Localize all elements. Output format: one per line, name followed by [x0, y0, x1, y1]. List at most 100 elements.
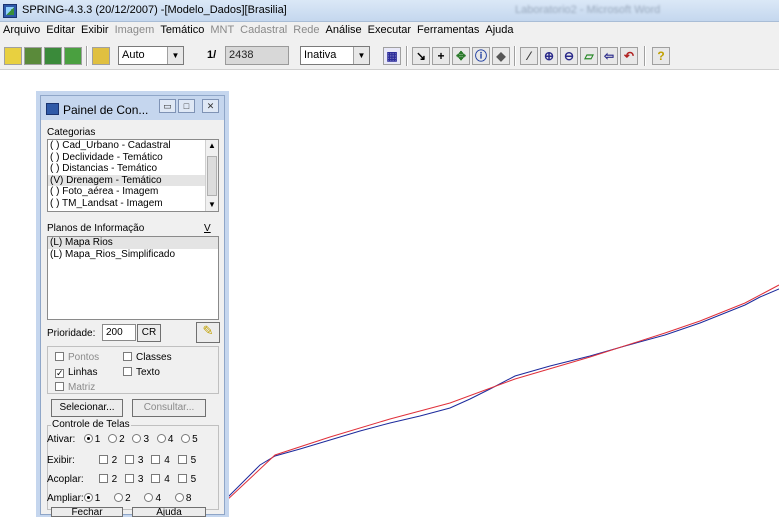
menu-exibir[interactable]: Exibir [78, 22, 112, 36]
prioridade-label: Prioridade: [47, 328, 96, 339]
spring-app-icon [3, 4, 17, 18]
pencil-icon: ✎ [202, 323, 214, 338]
categories-scrollbar[interactable]: ▲ ▼ [205, 140, 218, 211]
toolbar: Auto ▼ 1/ 2438 Inativa ▼ ▦ ↘ + ✥ ⓘ ◆ ⁄ ⊕… [0, 40, 779, 70]
menu-editar[interactable]: Editar [43, 22, 78, 36]
toolbar-separator [514, 46, 516, 66]
scroll-up-icon[interactable]: ▲ [206, 140, 218, 152]
window-title-extra: Laboratorio2 - Microsoft Word [515, 4, 661, 16]
prioridade-input[interactable]: 200 [102, 324, 136, 341]
undo-icon[interactable]: ↶ [620, 47, 638, 65]
edit-visual-button[interactable]: ✎ [196, 322, 220, 343]
menu-rede[interactable]: Rede [290, 22, 322, 36]
close-icon[interactable]: ✕ [202, 99, 219, 113]
exibir-checkbox-3[interactable]: 3 [124, 455, 143, 466]
project-icon[interactable] [24, 47, 42, 65]
maximize-icon[interactable]: □ [178, 99, 195, 113]
category-item[interactable]: ( ) Foto_aérea - Imagem [48, 186, 218, 198]
ampliar-radio-1[interactable]: 1 [83, 493, 100, 504]
minimize-icon[interactable]: ▭ [159, 99, 176, 113]
menu-bar: Arquivo Editar Exibir Imagem Temático MNT Cada… [0, 22, 779, 40]
panel-app-icon [46, 103, 59, 115]
grid-icon[interactable]: ▦ [383, 47, 401, 65]
acoplar-row: Acoplar: 2 3 4 5 [47, 474, 201, 485]
category-item[interactable]: ( ) Cad_Urbano - Cadastral [48, 140, 218, 152]
ativar-label: Ativar: [47, 434, 76, 445]
acoplar-checkbox-5[interactable]: 5 [177, 474, 196, 485]
chevron-down-icon: ▼ [353, 47, 369, 64]
menu-executar[interactable]: Executar [365, 22, 414, 36]
ampliar-radio-4[interactable]: 4 [144, 493, 161, 504]
ativar-radio-1[interactable]: 1 [83, 434, 100, 445]
select-icon[interactable]: ↘ [412, 47, 430, 65]
draw-icon[interactable] [64, 47, 82, 65]
scroll-thumb[interactable] [207, 156, 217, 196]
acoplar-checkbox-2[interactable]: 2 [98, 474, 117, 485]
scroll-down-icon[interactable]: ▼ [206, 199, 218, 211]
category-item[interactable]: ( ) Declividade - Temático [48, 152, 218, 164]
info-icon[interactable]: ⓘ [472, 47, 490, 65]
zoom-area-icon[interactable]: ⁄ [520, 47, 538, 65]
menu-cadastral[interactable]: Cadastral [237, 22, 290, 36]
texto-checkbox[interactable]: Texto [123, 367, 160, 378]
matriz-checkbox[interactable]: Matriz [55, 382, 95, 393]
linhas-checkbox[interactable]: ✓ Linhas [55, 367, 97, 378]
cr-button[interactable]: CR [137, 324, 161, 342]
exibir-checkbox-5[interactable]: 5 [177, 455, 196, 466]
category-item[interactable]: ( ) TM_Landsat - Imagem [48, 198, 218, 210]
category-item[interactable]: ( ) Distancias - Temático [48, 163, 218, 175]
zoom-fit-icon[interactable]: ▱ [580, 47, 598, 65]
fechar-button[interactable]: Fechar [51, 507, 123, 517]
panel-title-bar[interactable]: Painel de Con... ▭ □ ✕ [41, 96, 224, 120]
control-panel-window[interactable]: Painel de Con... ▭ □ ✕ Categorias ( ) Ca… [40, 95, 225, 517]
menu-analise[interactable]: Análise [323, 22, 365, 36]
ativar-radio-2[interactable]: 2 [108, 434, 125, 445]
panel-title: Painel de Con... [63, 103, 149, 117]
river-line-original [225, 288, 779, 500]
display-icon[interactable] [92, 47, 110, 65]
scale-input[interactable]: 2438 [225, 46, 289, 65]
categories-list[interactable]: ( ) Cad_Urbano - Cadastral ( ) Declivida… [47, 139, 219, 212]
mode-select[interactable]: Inativa ▼ [300, 46, 370, 65]
planos-list[interactable]: (L) Mapa Rios (L) Mapa_Rios_Simplificado [47, 236, 219, 320]
layer-icon[interactable] [44, 47, 62, 65]
previous-view-icon[interactable]: ⇦ [600, 47, 618, 65]
acoplar-checkbox-4[interactable]: 4 [151, 474, 170, 485]
help-icon[interactable]: ? [652, 47, 670, 65]
pan-icon[interactable]: ✥ [452, 47, 470, 65]
acoplar-checkbox-3[interactable]: 3 [124, 474, 143, 485]
selecionar-button[interactable]: Selecionar... [51, 399, 123, 417]
exibir-checkbox-2[interactable]: 2 [98, 455, 117, 466]
menu-tematico[interactable]: Temático [157, 22, 207, 36]
database-icon[interactable] [4, 47, 22, 65]
zoom-mode-select[interactable]: Auto ▼ [118, 46, 184, 65]
toolbar-separator [86, 46, 88, 66]
ativar-radio-4[interactable]: 4 [156, 434, 173, 445]
menu-mnt[interactable]: MNT [207, 22, 237, 36]
acoplar-label: Acoplar: [47, 474, 84, 485]
classes-checkbox[interactable]: Classes [123, 352, 172, 363]
ampliar-radio-8[interactable]: 8 [174, 493, 191, 504]
exibir-checkbox-4[interactable]: 4 [151, 455, 170, 466]
exibir-label: Exibir: [47, 455, 75, 466]
ajuda-button[interactable]: Ajuda [132, 507, 206, 517]
plano-item-selected[interactable]: (L) Mapa Rios [48, 237, 218, 249]
chevron-down-icon: ▼ [167, 47, 183, 64]
zoom-out-icon[interactable]: ⊖ [560, 47, 578, 65]
menu-ferramentas[interactable]: Ferramentas [414, 22, 482, 36]
category-item-selected[interactable]: (V) Drenagem - Temático [48, 174, 218, 186]
erase-icon[interactable]: ◆ [492, 47, 510, 65]
ativar-radio-5[interactable]: 5 [181, 434, 198, 445]
zoom-in-icon[interactable]: ⊕ [540, 47, 558, 65]
ativar-radio-3[interactable]: 3 [132, 434, 149, 445]
consultar-button[interactable]: Consultar... [132, 399, 206, 417]
ampliar-radio-2[interactable]: 2 [114, 493, 131, 504]
crosshair-icon[interactable]: + [432, 47, 450, 65]
exibir-row: Exibir: 2 3 4 5 [47, 455, 201, 466]
plano-item[interactable]: (L) Mapa_Rios_Simplificado [48, 249, 218, 261]
planos-visibility-toggle[interactable]: V [204, 223, 211, 234]
menu-ajuda[interactable]: Ajuda [482, 22, 516, 36]
menu-arquivo[interactable]: Arquivo [0, 22, 43, 36]
pontos-checkbox[interactable]: Pontos [55, 352, 99, 363]
menu-imagem[interactable]: Imagem [112, 22, 158, 36]
